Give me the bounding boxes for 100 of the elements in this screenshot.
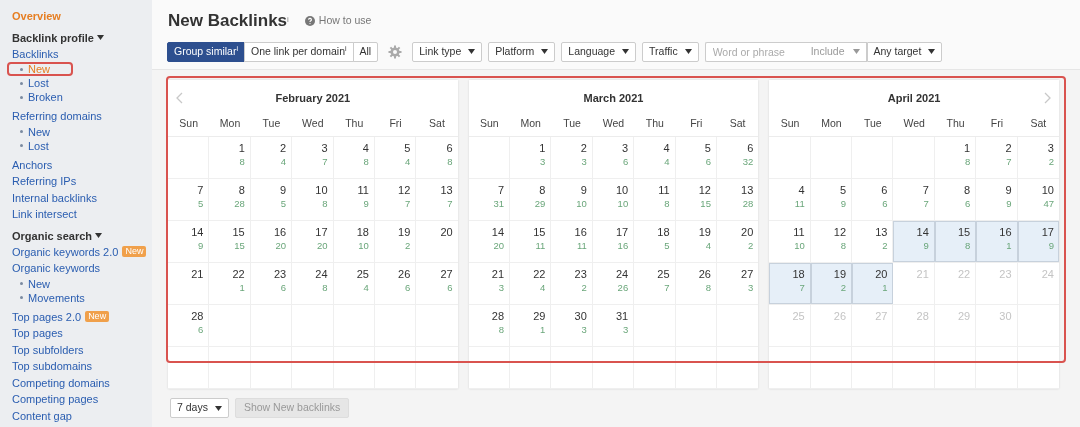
day-cell[interactable]: 6 8	[416, 137, 458, 178]
day-cell[interactable]: 22 1	[209, 263, 251, 304]
day-cell[interactable]: 13 7	[416, 179, 458, 220]
day-cell[interactable]: 22 4	[510, 263, 552, 304]
day-cell[interactable]: 28 6	[168, 305, 210, 346]
sidebar-link[interactable]: Internal backlinks	[12, 189, 97, 206]
day-cell[interactable]: 30 3	[551, 305, 593, 346]
target-dropdown[interactable]: Any target	[866, 41, 943, 62]
sidebar-link[interactable]: Top subfolders	[12, 341, 84, 358]
period-dropdown[interactable]: 7 days	[170, 398, 229, 418]
filter-dropdown[interactable]: Traffic	[642, 41, 699, 62]
sidebar-link[interactable]: Anchors	[12, 156, 53, 173]
sidebar-link[interactable]: Organic keywords 2.0 New	[12, 243, 147, 260]
mode-tab[interactable]: One link per domain$^{i}$	[244, 41, 354, 62]
day-cell[interactable]: 23 6	[250, 263, 293, 304]
day-cell[interactable]: 5 6	[675, 137, 717, 178]
day-cell[interactable]: 26 6	[374, 263, 417, 304]
sidebar-subitem[interactable]: Broken	[12, 92, 63, 102]
sidebar-link[interactable]: Organic keywords	[12, 260, 101, 277]
day-cell[interactable]: 9 10	[551, 179, 593, 220]
sidebar-subitem[interactable]: New	[12, 278, 50, 289]
day-cell[interactable]: 19 2	[810, 263, 853, 304]
day-cell[interactable]: 3 7	[292, 137, 334, 178]
day-cell[interactable]: 9 5	[250, 179, 293, 220]
day-cell[interactable]: 7 31	[468, 179, 511, 220]
filter-dropdown[interactable]: Language	[561, 41, 637, 62]
day-cell[interactable]: 26 8	[675, 263, 717, 304]
day-cell[interactable]: 18 5	[634, 221, 676, 262]
day-cell[interactable]: 18 7	[769, 263, 811, 304]
day-cell[interactable]: 28 8	[468, 305, 511, 346]
mode-tab[interactable]: Group similar$^{i}$	[167, 41, 245, 62]
day-cell[interactable]: 7 7	[893, 179, 935, 220]
day-cell[interactable]: 11 10	[769, 221, 811, 262]
day-cell[interactable]: 14 20	[468, 221, 511, 262]
day-cell[interactable]: 3 6	[592, 137, 635, 178]
sidebar-link[interactable]: Top subdomains	[12, 358, 93, 375]
day-cell[interactable]: 6 6	[852, 179, 894, 220]
day-cell[interactable]: 2 3	[551, 137, 593, 178]
day-cell[interactable]: 5 9	[810, 179, 853, 220]
day-cell[interactable]: 17 9	[1017, 221, 1059, 262]
day-cell[interactable]: 21 3	[468, 263, 511, 304]
day-cell[interactable]: 4 11	[769, 179, 811, 220]
day-cell[interactable]: 17 20	[292, 221, 334, 262]
day-cell[interactable]: 12 7	[374, 179, 417, 220]
day-cell[interactable]: 20	[416, 221, 458, 262]
sidebar-subitem[interactable]: Lost	[12, 140, 49, 151]
day-cell[interactable]: 1 8	[209, 137, 251, 178]
filter-dropdown[interactable]: Link type	[412, 41, 483, 62]
section-heading[interactable]: Backlink profile	[12, 29, 152, 46]
sidebar-link[interactable]: Link intersect	[12, 206, 77, 223]
day-cell[interactable]: 13 28	[716, 179, 759, 220]
day-cell[interactable]: 25 7	[634, 263, 676, 304]
day-cell[interactable]: 14 9	[893, 221, 935, 262]
day-cell[interactable]: 15 11	[510, 221, 552, 262]
day-cell[interactable]: 8 29	[510, 179, 552, 220]
mode-tab[interactable]: All	[352, 41, 379, 62]
settings-icon[interactable]	[388, 44, 403, 59]
day-cell[interactable]: 3 2	[1017, 137, 1059, 178]
day-cell[interactable]: 6 32	[716, 137, 759, 178]
previous-month-icon[interactable]	[176, 92, 183, 104]
day-cell[interactable]: 10 47	[1017, 179, 1059, 220]
day-cell[interactable]: 7 5	[168, 179, 210, 220]
day-cell[interactable]: 27 3	[716, 263, 759, 304]
day-cell[interactable]: 8 28	[209, 179, 251, 220]
section-heading[interactable]: Organic search	[12, 227, 152, 244]
filter-dropdown[interactable]: Platform	[488, 41, 556, 62]
day-cell[interactable]: 25 4	[333, 263, 375, 304]
day-cell[interactable]: 19 4	[675, 221, 717, 262]
sidebar-link[interactable]: Referring IPs	[12, 173, 77, 190]
day-cell[interactable]: 15 8	[934, 221, 977, 262]
sidebar-link[interactable]: Content gap	[12, 407, 72, 424]
sidebar-link[interactable]: Top pages	[12, 325, 63, 342]
day-cell[interactable]: 8 6	[934, 179, 977, 220]
day-cell[interactable]: 11 9	[333, 179, 375, 220]
day-cell[interactable]: 9 9	[976, 179, 1018, 220]
day-cell[interactable]: 27 6	[416, 263, 458, 304]
day-cell[interactable]: 17 16	[592, 221, 635, 262]
day-cell[interactable]: 21	[168, 263, 210, 304]
day-cell[interactable]: 16 1	[976, 221, 1018, 262]
day-cell[interactable]: 2 4	[250, 137, 293, 178]
next-month-icon[interactable]	[1044, 92, 1051, 104]
day-cell[interactable]: 24 8	[292, 263, 334, 304]
day-cell[interactable]: 29 1	[510, 305, 552, 346]
day-cell[interactable]: 4 8	[333, 137, 375, 178]
day-cell[interactable]: 24 26	[592, 263, 635, 304]
day-cell[interactable]: 16 20	[250, 221, 293, 262]
sidebar-link[interactable]: Top pages 2.0 New	[12, 308, 110, 325]
day-cell[interactable]: 12 15	[675, 179, 717, 220]
day-cell[interactable]: 10 8	[292, 179, 334, 220]
sidebar-link[interactable]: Competing domains	[12, 374, 110, 391]
day-cell[interactable]: 2 7	[976, 137, 1018, 178]
day-cell[interactable]: 18 10	[333, 221, 375, 262]
day-cell[interactable]: 23 2	[551, 263, 593, 304]
day-cell[interactable]: 11 8	[634, 179, 676, 220]
sidebar-link[interactable]: Competing pages	[12, 391, 99, 408]
day-cell[interactable]: 12 8	[810, 221, 853, 262]
day-cell[interactable]: 5 4	[374, 137, 417, 178]
day-cell[interactable]: 19 2	[374, 221, 417, 262]
day-cell[interactable]: 15 15	[209, 221, 251, 262]
sidebar-link[interactable]: Backlinks	[12, 45, 59, 62]
